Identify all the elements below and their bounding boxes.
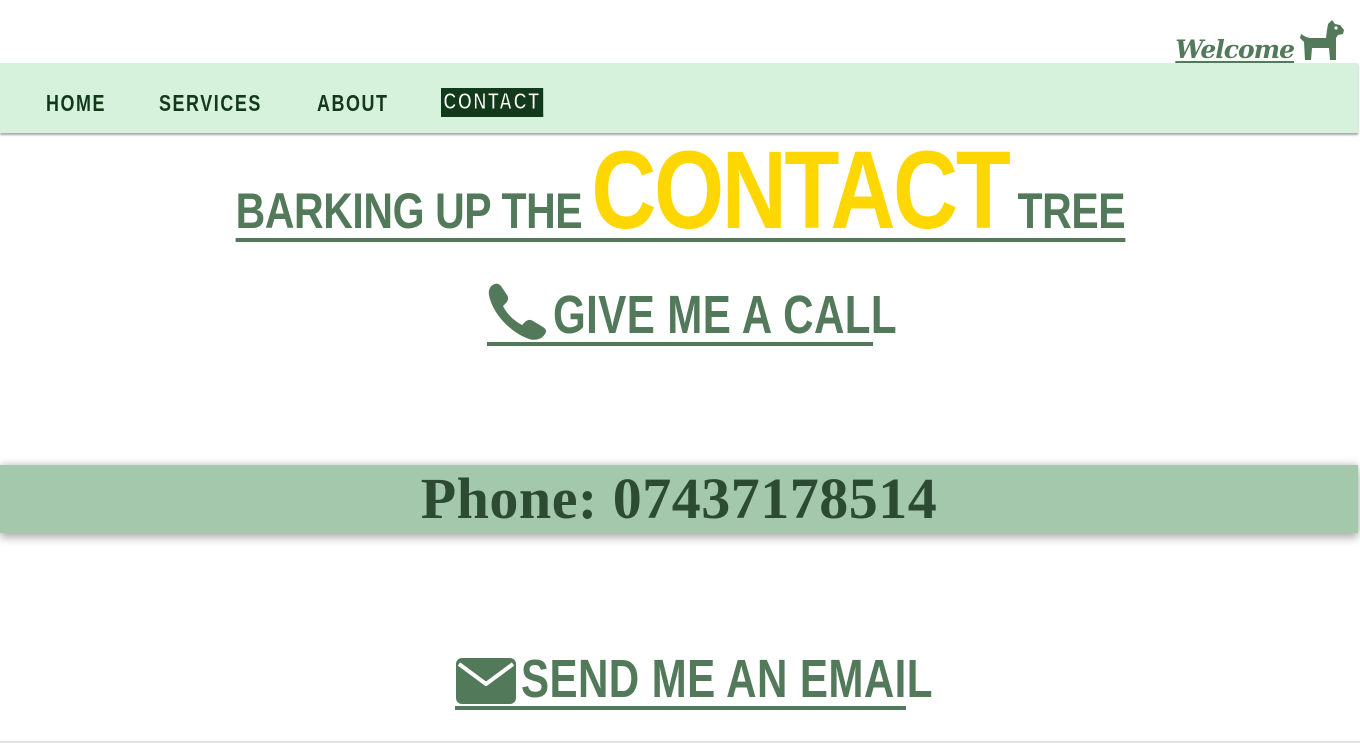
call-text-wrap: GIVE ME A CALL [553, 288, 897, 342]
email-text-wrap: SEND ME AN EMAIL [521, 652, 932, 706]
nav-contact[interactable]: CONTACT [441, 88, 543, 117]
headline-highlight: CONTACT [590, 129, 1010, 252]
phone-band: Phone: 07437178514 [0, 465, 1358, 533]
phone-number: Phone: 07437178514 [420, 466, 938, 531]
dog-icon [1300, 20, 1344, 60]
nav-about[interactable]: ABOUT [317, 90, 389, 116]
headline-after: TREE [1017, 183, 1125, 239]
page-headline: BARKING UP THE CONTACT TREE [0, 136, 1360, 246]
headline-before: BARKING UP THE [235, 183, 582, 239]
phone-icon [488, 283, 547, 340]
call-section: GIVE ME A CALL [0, 282, 1360, 346]
welcome-link[interactable]: Welcome [1175, 18, 1346, 62]
welcome-label: Welcome [1175, 35, 1295, 64]
call-label: GIVE ME A CALL [553, 285, 897, 345]
email-link[interactable]: SEND ME AN EMAIL [454, 652, 932, 710]
nav-contact-label: CONTACT [443, 88, 541, 115]
call-link[interactable]: GIVE ME A CALL [487, 282, 897, 346]
envelope-icon [455, 658, 516, 704]
nav-services[interactable]: SERVICES [159, 90, 262, 116]
email-section: SEND ME AN EMAIL [0, 652, 1360, 710]
main-navbar: HOME SERVICES ABOUT CONTACT [0, 63, 1358, 133]
headline-underline-group: BARKING UP THE CONTACT TREE [235, 136, 1125, 246]
nav-home[interactable]: HOME [46, 90, 106, 116]
email-label: SEND ME AN EMAIL [520, 649, 933, 709]
